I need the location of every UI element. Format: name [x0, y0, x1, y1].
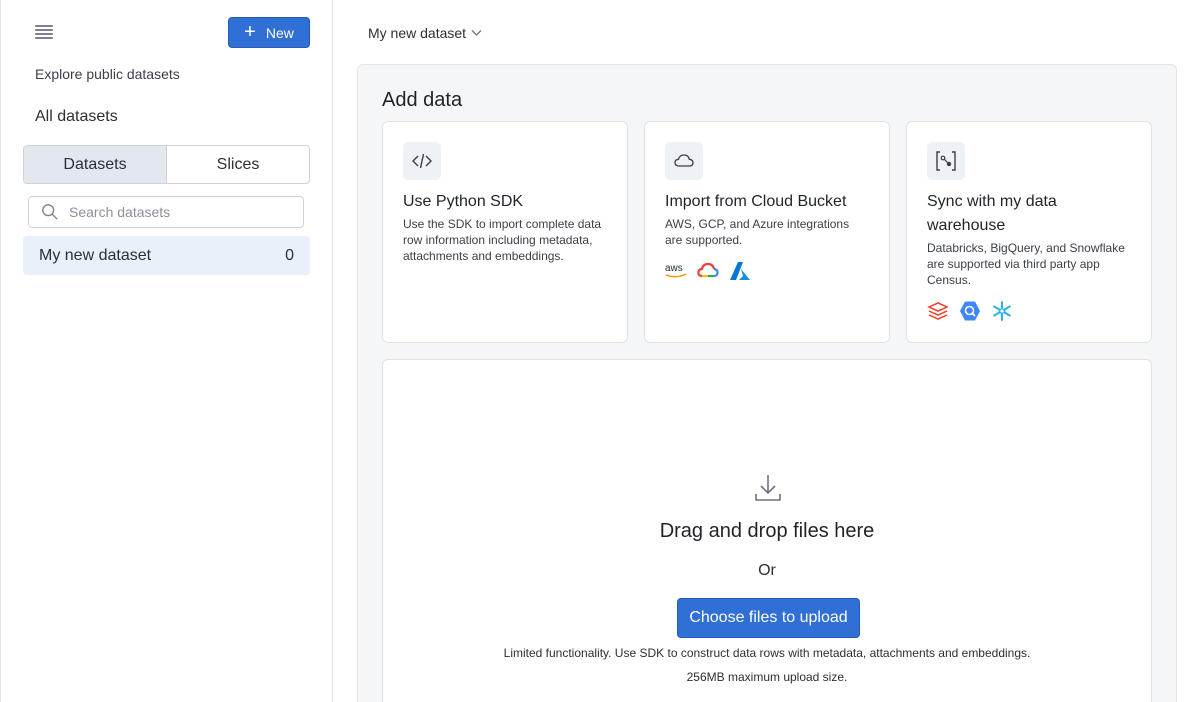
cloud-bucket-card[interactable]: Import from Cloud Bucket AWS, GCP, and A… [644, 121, 890, 343]
dataset-count: 0 [285, 246, 294, 264]
choose-files-button[interactable]: Choose files to upload [677, 598, 860, 638]
dropzone-title: Drag and drop files here [659, 520, 875, 542]
tab-datasets[interactable]: Datasets [24, 146, 167, 183]
snowflake-logo-icon [993, 301, 1011, 321]
explore-public-datasets-link[interactable]: Explore public datasets [35, 66, 180, 82]
databricks-logo-icon [927, 302, 949, 320]
search-icon [42, 204, 58, 220]
page-title: Add data [382, 89, 463, 111]
dataset-name: My new dataset [39, 246, 152, 264]
dataset-selector[interactable]: My new dataset [368, 25, 482, 41]
search-input[interactable] [69, 204, 289, 220]
dropzone-note: Limited functionality. Use SDK to constr… [503, 646, 1031, 660]
all-datasets-link[interactable]: All datasets [35, 108, 118, 126]
gcp-logo-icon [697, 262, 719, 278]
datasets-slices-toggle: Datasets Slices [23, 145, 310, 184]
cloud-icon [665, 142, 703, 180]
card-title: Sync with my data warehouse [927, 193, 1057, 234]
aws-logo-icon: aws [665, 263, 687, 278]
card-title: Import from Cloud Bucket [665, 193, 847, 210]
data-warehouse-card[interactable]: Sync with my data warehouse Databricks, … [906, 121, 1152, 343]
dropzone-or: Or [758, 562, 776, 579]
svg-text:aws: aws [665, 263, 683, 274]
chevron-down-icon [471, 30, 482, 36]
tab-slices[interactable]: Slices [167, 146, 309, 183]
card-description: Use the SDK to import complete data row … [403, 217, 602, 263]
search-box [28, 196, 304, 228]
azure-logo-icon [730, 262, 750, 280]
new-button[interactable]: + New [228, 17, 310, 48]
dataset-selector-label: My new dataset [368, 25, 467, 41]
card-title: Use Python SDK [403, 193, 524, 210]
warehouse-provider-logos [927, 300, 1131, 322]
dataset-list-item[interactable]: My new dataset 0 [23, 236, 310, 275]
card-description: AWS, GCP, and Azure integrations are sup… [665, 217, 850, 247]
menu-icon[interactable] [35, 25, 53, 39]
code-icon [403, 142, 441, 180]
upload-size-limit: 256MB maximum upload size. [686, 670, 848, 684]
data-warehouse-icon [927, 142, 965, 180]
python-sdk-card[interactable]: Use Python SDK Use the SDK to import com… [382, 121, 628, 343]
file-dropzone[interactable]: Drag and drop files here Or Choose files… [382, 359, 1152, 702]
sidebar: + New Explore public datasets All datase… [0, 0, 333, 702]
plus-icon: + [244, 20, 256, 43]
download-icon [755, 475, 781, 501]
add-data-panel: Add data Use Python SDK Use the SDK to i… [357, 64, 1177, 702]
bigquery-logo-icon [960, 301, 980, 321]
new-button-label: New [265, 24, 294, 41]
cloud-provider-logos: aws [665, 260, 869, 282]
card-description: Databricks, BigQuery, and Snowflake are … [927, 241, 1125, 287]
